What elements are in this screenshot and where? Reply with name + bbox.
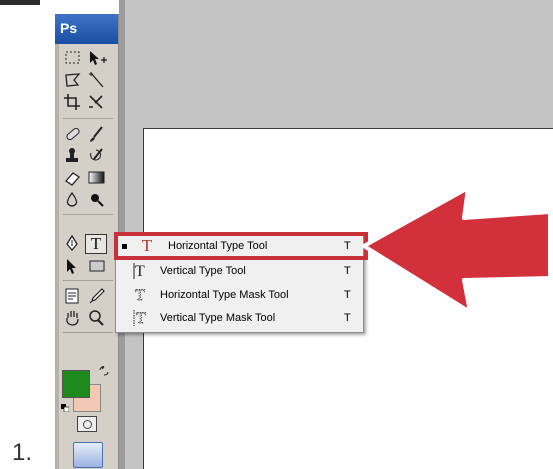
swap-colors-icon[interactable] [99, 366, 109, 376]
history-brush-tool[interactable] [85, 146, 109, 166]
menu-item-vertical-type[interactable]: T Vertical Type Tool T [116, 261, 363, 281]
menu-item-shortcut: T [344, 289, 351, 301]
healing-brush-tool[interactable] [61, 124, 85, 144]
svg-text:T: T [136, 310, 146, 327]
menu-item-label: Vertical Type Mask Tool [160, 312, 276, 324]
toolbox-separator [63, 118, 113, 119]
menu-item-label: Horizontal Type Tool [168, 240, 268, 252]
slice-icon [89, 95, 103, 109]
lasso-icon [65, 73, 81, 87]
crop-icon [64, 94, 80, 110]
healing-brush-icon [66, 127, 80, 141]
type-icon: T [90, 234, 102, 253]
blur-icon [66, 191, 78, 207]
move-tool[interactable] [85, 48, 109, 68]
selected-bullet-icon [122, 243, 127, 249]
screenshot-stage: 1. Ps T T Horizontal Type Tool T T Verti… [0, 0, 553, 469]
screen-mode-button[interactable] [73, 442, 103, 468]
hand-tool[interactable] [61, 308, 85, 328]
zoom-icon [89, 310, 104, 326]
toolbox-separator [63, 332, 113, 333]
marquee-icon [65, 51, 80, 64]
move-icon [90, 51, 107, 65]
horizontal-type-icon: T [141, 236, 153, 255]
menu-item-shortcut: T [344, 265, 351, 277]
toolbox-separator [63, 214, 113, 215]
menu-item-vertical-type-mask[interactable]: T Vertical Type Mask Tool T [116, 308, 363, 328]
horizontal-type-mask-icon: T [132, 285, 150, 305]
menu-item-label: Horizontal Type Mask Tool [160, 289, 289, 301]
eyedropper-icon [89, 288, 105, 304]
slice-tool[interactable] [85, 92, 109, 112]
menu-item-shortcut: T [344, 312, 351, 324]
eraser-icon [65, 172, 80, 186]
menu-item-label: Vertical Type Tool [160, 265, 246, 277]
svg-text:T: T [135, 287, 145, 304]
menu-item-horizontal-type[interactable]: T Horizontal Type Tool T [116, 236, 363, 256]
vertical-type-mask-icon: T [132, 308, 150, 328]
quick-mask-button[interactable] [77, 416, 97, 432]
path-selection-tool[interactable] [61, 256, 85, 276]
hand-icon [66, 311, 79, 326]
lasso-tool[interactable] [61, 70, 85, 90]
dodge-tool[interactable] [85, 190, 109, 210]
history-brush-icon [90, 148, 103, 161]
magic-wand-icon [89, 72, 104, 88]
notes-icon [65, 288, 79, 304]
menu-item-shortcut: T [344, 240, 351, 252]
svg-text:T: T [135, 263, 145, 280]
header-fragment [0, 0, 40, 5]
default-colors-icon[interactable] [61, 404, 69, 412]
eraser-tool[interactable] [61, 168, 85, 188]
shape-tool[interactable] [85, 256, 109, 276]
brush-tool[interactable] [85, 124, 109, 144]
eyedropper-tool[interactable] [85, 286, 109, 306]
ps-logo[interactable]: Ps [55, 14, 118, 44]
pen-icon [66, 235, 78, 252]
foreground-color-swatch[interactable] [62, 370, 90, 398]
menu-item-horizontal-type-mask[interactable]: T Horizontal Type Mask Tool T [116, 285, 363, 305]
path-selection-icon [67, 259, 76, 274]
crop-tool[interactable] [61, 92, 85, 112]
type-tool-flyout-menu: T Horizontal Type Tool T T Vertical Type… [115, 233, 364, 333]
toolbox-strip [55, 14, 59, 469]
toolbox: Ps T [55, 14, 119, 469]
dodge-icon [91, 194, 104, 207]
type-tool[interactable]: T [85, 234, 107, 254]
brush-icon [90, 126, 103, 142]
red-arrow-icon [362, 186, 552, 314]
clone-stamp-tool[interactable] [61, 146, 85, 166]
pen-tool[interactable] [61, 234, 85, 254]
blur-tool[interactable] [61, 190, 85, 210]
gradient-icon [88, 171, 105, 184]
clone-stamp-icon [66, 148, 78, 162]
magic-wand-tool[interactable] [85, 70, 109, 90]
zoom-tool[interactable] [85, 308, 109, 328]
toolbox-separator [63, 280, 113, 281]
notes-tool[interactable] [61, 286, 85, 306]
marquee-tool[interactable] [61, 48, 85, 68]
gradient-tool[interactable] [85, 168, 109, 188]
shape-icon [89, 260, 105, 272]
step-number: 1. [12, 439, 33, 466]
ps-logo-text: Ps [60, 20, 78, 36]
vertical-type-icon: T [132, 261, 150, 281]
